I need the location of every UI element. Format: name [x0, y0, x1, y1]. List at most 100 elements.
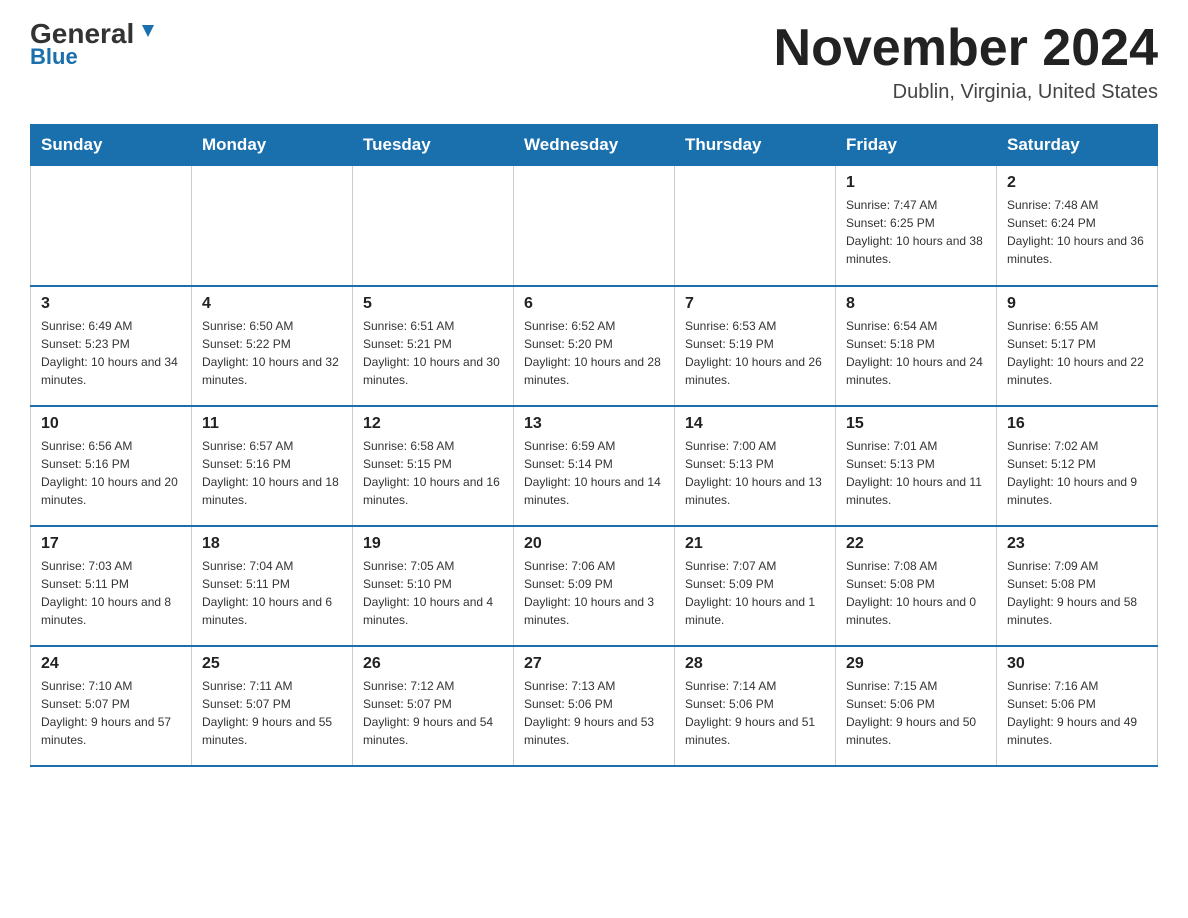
calendar-week-5: 24 Sunrise: 7:10 AMSunset: 5:07 PMDayligh…	[31, 646, 1158, 766]
calendar-cell: 23 Sunrise: 7:09 AMSunset: 5:08 PMDayligh…	[997, 526, 1158, 646]
day-info: Sunrise: 7:08 AMSunset: 5:08 PMDaylight:…	[846, 557, 986, 629]
day-info: Sunrise: 7:14 AMSunset: 5:06 PMDaylight:…	[685, 677, 825, 749]
day-info: Sunrise: 7:05 AMSunset: 5:10 PMDaylight:…	[363, 557, 503, 629]
calendar-cell: 7Sunrise: 6:53 AMSunset: 5:19 PMDaylight…	[675, 286, 836, 406]
calendar-cell: 29 Sunrise: 7:15 AMSunset: 5:06 PMDayligh…	[836, 646, 997, 766]
calendar-cell: 13Sunrise: 6:59 AMSunset: 5:14 PMDayligh…	[514, 406, 675, 526]
calendar-cell: 17 Sunrise: 7:03 AMSunset: 5:11 PMDayligh…	[31, 526, 192, 646]
day-info: Sunrise: 7:15 AMSunset: 5:06 PMDaylight:…	[846, 677, 986, 749]
day-info: Sunrise: 6:52 AMSunset: 5:20 PMDaylight:…	[524, 317, 664, 389]
day-number: 3	[41, 295, 181, 313]
calendar-cell: 3 Sunrise: 6:49 AMSunset: 5:23 PMDaylight…	[31, 286, 192, 406]
day-info: Sunrise: 7:02 AMSunset: 5:12 PMDaylight:…	[1007, 437, 1147, 509]
day-info: Sunrise: 7:04 AMSunset: 5:11 PMDaylight:…	[202, 557, 342, 629]
calendar-cell: 24 Sunrise: 7:10 AMSunset: 5:07 PMDayligh…	[31, 646, 192, 766]
day-number: 24	[41, 655, 181, 673]
calendar-cell: 30 Sunrise: 7:16 AMSunset: 5:06 PMDayligh…	[997, 646, 1158, 766]
day-number: 5	[363, 295, 503, 313]
day-number: 4	[202, 295, 342, 313]
day-number: 1	[846, 174, 986, 192]
calendar-cell: 19Sunrise: 7:05 AMSunset: 5:10 PMDayligh…	[353, 526, 514, 646]
day-number: 14	[685, 415, 825, 433]
day-info: Sunrise: 6:54 AMSunset: 5:18 PMDaylight:…	[846, 317, 986, 389]
header: General Blue November 2024 Dublin, Virgi…	[30, 20, 1158, 104]
day-number: 20	[524, 535, 664, 553]
calendar-cell: 20 Sunrise: 7:06 AMSunset: 5:09 PMDayligh…	[514, 526, 675, 646]
calendar-cell: 11Sunrise: 6:57 AMSunset: 5:16 PMDayligh…	[192, 406, 353, 526]
day-info: Sunrise: 7:09 AMSunset: 5:08 PMDaylight:…	[1007, 557, 1147, 629]
day-number: 13	[524, 415, 664, 433]
day-info: Sunrise: 7:12 AMSunset: 5:07 PMDaylight:…	[363, 677, 503, 749]
calendar-cell	[675, 166, 836, 286]
logo-triangle-icon	[136, 21, 158, 43]
calendar-cell: 28 Sunrise: 7:14 AMSunset: 5:06 PMDayligh…	[675, 646, 836, 766]
day-header-thursday: Thursday	[675, 125, 836, 166]
calendar-header-row: SundayMondayTuesdayWednesdayThursdayFrid…	[31, 125, 1158, 166]
day-number: 27	[524, 655, 664, 673]
calendar-table: SundayMondayTuesdayWednesdayThursdayFrid…	[30, 124, 1158, 767]
calendar-cell: 5 Sunrise: 6:51 AMSunset: 5:21 PMDaylight…	[353, 286, 514, 406]
month-title: November 2024	[774, 20, 1158, 77]
day-number: 15	[846, 415, 986, 433]
day-number: 25	[202, 655, 342, 673]
calendar-cell: 25Sunrise: 7:11 AMSunset: 5:07 PMDayligh…	[192, 646, 353, 766]
calendar-cell: 1 Sunrise: 7:47 AMSunset: 6:25 PMDaylight…	[836, 166, 997, 286]
day-info: Sunrise: 7:47 AMSunset: 6:25 PMDaylight:…	[846, 196, 986, 268]
calendar-cell: 2Sunrise: 7:48 AMSunset: 6:24 PMDaylight…	[997, 166, 1158, 286]
day-header-saturday: Saturday	[997, 125, 1158, 166]
day-info: Sunrise: 6:58 AMSunset: 5:15 PMDaylight:…	[363, 437, 503, 509]
calendar-cell: 8 Sunrise: 6:54 AMSunset: 5:18 PMDaylight…	[836, 286, 997, 406]
day-header-sunday: Sunday	[31, 125, 192, 166]
day-info: Sunrise: 7:03 AMSunset: 5:11 PMDaylight:…	[41, 557, 181, 629]
day-number: 21	[685, 535, 825, 553]
calendar-cell: 12 Sunrise: 6:58 AMSunset: 5:15 PMDayligh…	[353, 406, 514, 526]
calendar-cell	[353, 166, 514, 286]
day-info: Sunrise: 6:51 AMSunset: 5:21 PMDaylight:…	[363, 317, 503, 389]
day-header-wednesday: Wednesday	[514, 125, 675, 166]
day-number: 9	[1007, 295, 1147, 313]
calendar-cell: 14Sunrise: 7:00 AMSunset: 5:13 PMDayligh…	[675, 406, 836, 526]
day-number: 22	[846, 535, 986, 553]
calendar-cell: 27 Sunrise: 7:13 AMSunset: 5:06 PMDayligh…	[514, 646, 675, 766]
calendar-cell: 16Sunrise: 7:02 AMSunset: 5:12 PMDayligh…	[997, 406, 1158, 526]
calendar-cell: 26Sunrise: 7:12 AMSunset: 5:07 PMDayligh…	[353, 646, 514, 766]
day-number: 6	[524, 295, 664, 313]
day-number: 8	[846, 295, 986, 313]
calendar-body: 1 Sunrise: 7:47 AMSunset: 6:25 PMDaylight…	[31, 166, 1158, 766]
calendar-cell: 4Sunrise: 6:50 AMSunset: 5:22 PMDaylight…	[192, 286, 353, 406]
logo-text-blue: Blue	[30, 44, 78, 70]
title-area: November 2024 Dublin, Virginia, United S…	[774, 20, 1158, 104]
day-number: 23	[1007, 535, 1147, 553]
day-number: 30	[1007, 655, 1147, 673]
day-info: Sunrise: 7:06 AMSunset: 5:09 PMDaylight:…	[524, 557, 664, 629]
day-number: 17	[41, 535, 181, 553]
day-header-monday: Monday	[192, 125, 353, 166]
logo: General Blue	[30, 20, 158, 70]
day-info: Sunrise: 7:01 AMSunset: 5:13 PMDaylight:…	[846, 437, 986, 509]
day-number: 11	[202, 415, 342, 433]
calendar-cell: 6 Sunrise: 6:52 AMSunset: 5:20 PMDaylight…	[514, 286, 675, 406]
calendar-week-3: 10Sunrise: 6:56 AMSunset: 5:16 PMDayligh…	[31, 406, 1158, 526]
day-number: 29	[846, 655, 986, 673]
day-info: Sunrise: 6:53 AMSunset: 5:19 PMDaylight:…	[685, 317, 825, 389]
calendar-cell: 9Sunrise: 6:55 AMSunset: 5:17 PMDaylight…	[997, 286, 1158, 406]
day-number: 18	[202, 535, 342, 553]
day-info: Sunrise: 7:07 AMSunset: 5:09 PMDaylight:…	[685, 557, 825, 629]
calendar-cell: 10Sunrise: 6:56 AMSunset: 5:16 PMDayligh…	[31, 406, 192, 526]
day-number: 2	[1007, 174, 1147, 192]
day-info: Sunrise: 7:16 AMSunset: 5:06 PMDaylight:…	[1007, 677, 1147, 749]
day-number: 28	[685, 655, 825, 673]
calendar-week-1: 1 Sunrise: 7:47 AMSunset: 6:25 PMDaylight…	[31, 166, 1158, 286]
calendar-cell	[514, 166, 675, 286]
calendar-week-2: 3 Sunrise: 6:49 AMSunset: 5:23 PMDaylight…	[31, 286, 1158, 406]
calendar-cell	[31, 166, 192, 286]
day-info: Sunrise: 6:49 AMSunset: 5:23 PMDaylight:…	[41, 317, 181, 389]
day-header-tuesday: Tuesday	[353, 125, 514, 166]
day-info: Sunrise: 7:10 AMSunset: 5:07 PMDaylight:…	[41, 677, 181, 749]
day-info: Sunrise: 6:56 AMSunset: 5:16 PMDaylight:…	[41, 437, 181, 509]
calendar-cell: 21 Sunrise: 7:07 AMSunset: 5:09 PMDayligh…	[675, 526, 836, 646]
day-number: 12	[363, 415, 503, 433]
calendar-cell	[192, 166, 353, 286]
day-info: Sunrise: 7:13 AMSunset: 5:06 PMDaylight:…	[524, 677, 664, 749]
location: Dublin, Virginia, United States	[774, 81, 1158, 104]
